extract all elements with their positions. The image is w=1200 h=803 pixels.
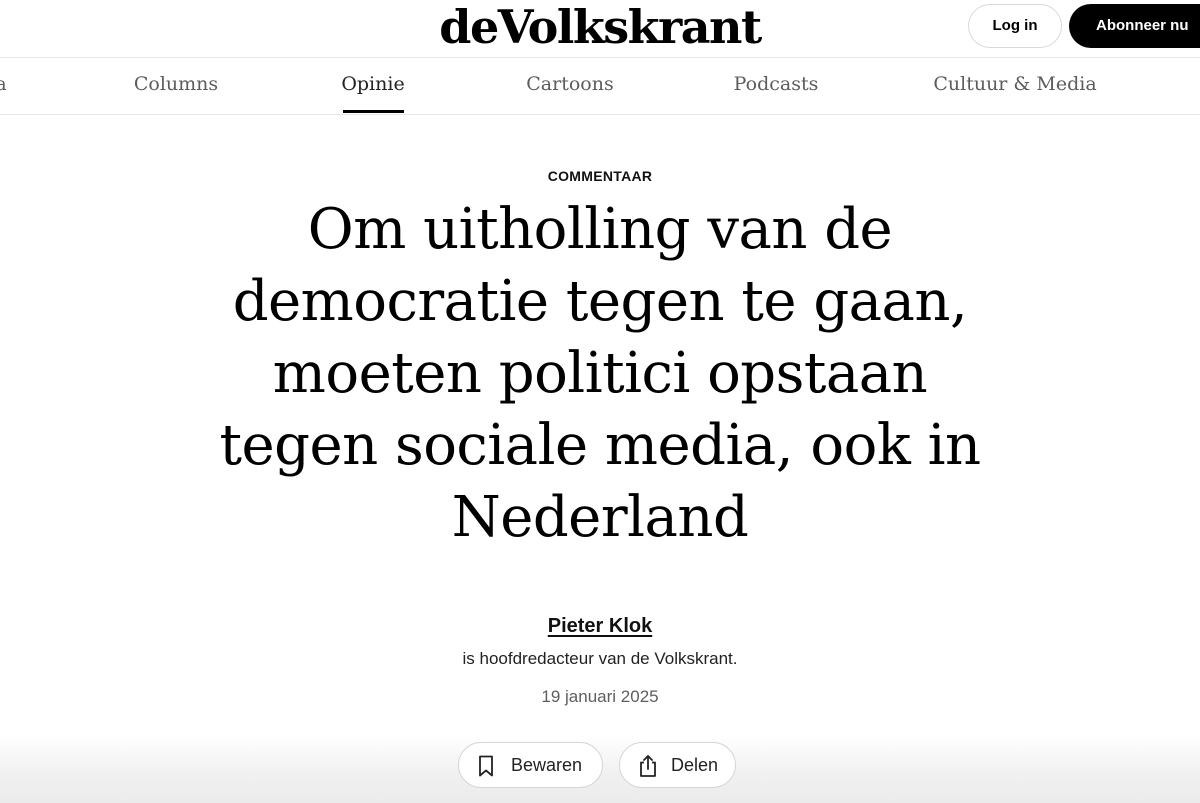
share-button[interactable]: Delen	[619, 742, 736, 788]
article-headline: Om uitholling van de democratie tegen te…	[180, 194, 1020, 554]
headline-line: democratie tegen te gaan,	[232, 269, 968, 334]
headline-line: Om uitholling van de	[307, 197, 893, 262]
nav-item-cartoons[interactable]: Cartoons	[526, 59, 613, 115]
save-button[interactable]: Bewaren	[458, 742, 603, 788]
author-description: is hoofdredacteur van de Volkskrant.	[462, 649, 738, 668]
bookmark-icon	[479, 755, 493, 777]
article-category: COMMENTAAR	[547, 168, 653, 184]
login-button[interactable]: Log in	[968, 4, 1062, 48]
author-link[interactable]: Pieter Klok	[548, 615, 652, 637]
headline-line: tegen sociale media, ook in	[219, 413, 981, 478]
share-icon	[640, 755, 656, 777]
author-byline: Pieter Klok	[0, 614, 1200, 638]
nav-item-podcasts[interactable]: Podcasts	[734, 59, 819, 115]
nav-item-cultuur-media[interactable]: Cultuur & Media	[933, 59, 1096, 115]
nav-item-truncated[interactable]: a	[0, 59, 7, 115]
save-button-label: Bewaren	[511, 755, 583, 775]
active-tab-indicator	[343, 110, 404, 113]
publish-date: 19 januari 2025	[541, 687, 659, 706]
nav-item-opinie[interactable]: Opinie	[341, 59, 404, 115]
headline-line: Nederland	[451, 485, 749, 550]
top-bar: deVolkskrant Log in Abonneer nu	[0, 0, 1200, 58]
share-button-label: Delen	[671, 755, 719, 775]
headline-line: moeten politici opstaan	[272, 341, 928, 406]
subscribe-button[interactable]: Abonneer nu	[1069, 4, 1200, 48]
nav-item-columns[interactable]: Columns	[134, 59, 218, 115]
section-nav: a Columns Opinie Cartoons Podcasts Cultu…	[0, 59, 1200, 115]
